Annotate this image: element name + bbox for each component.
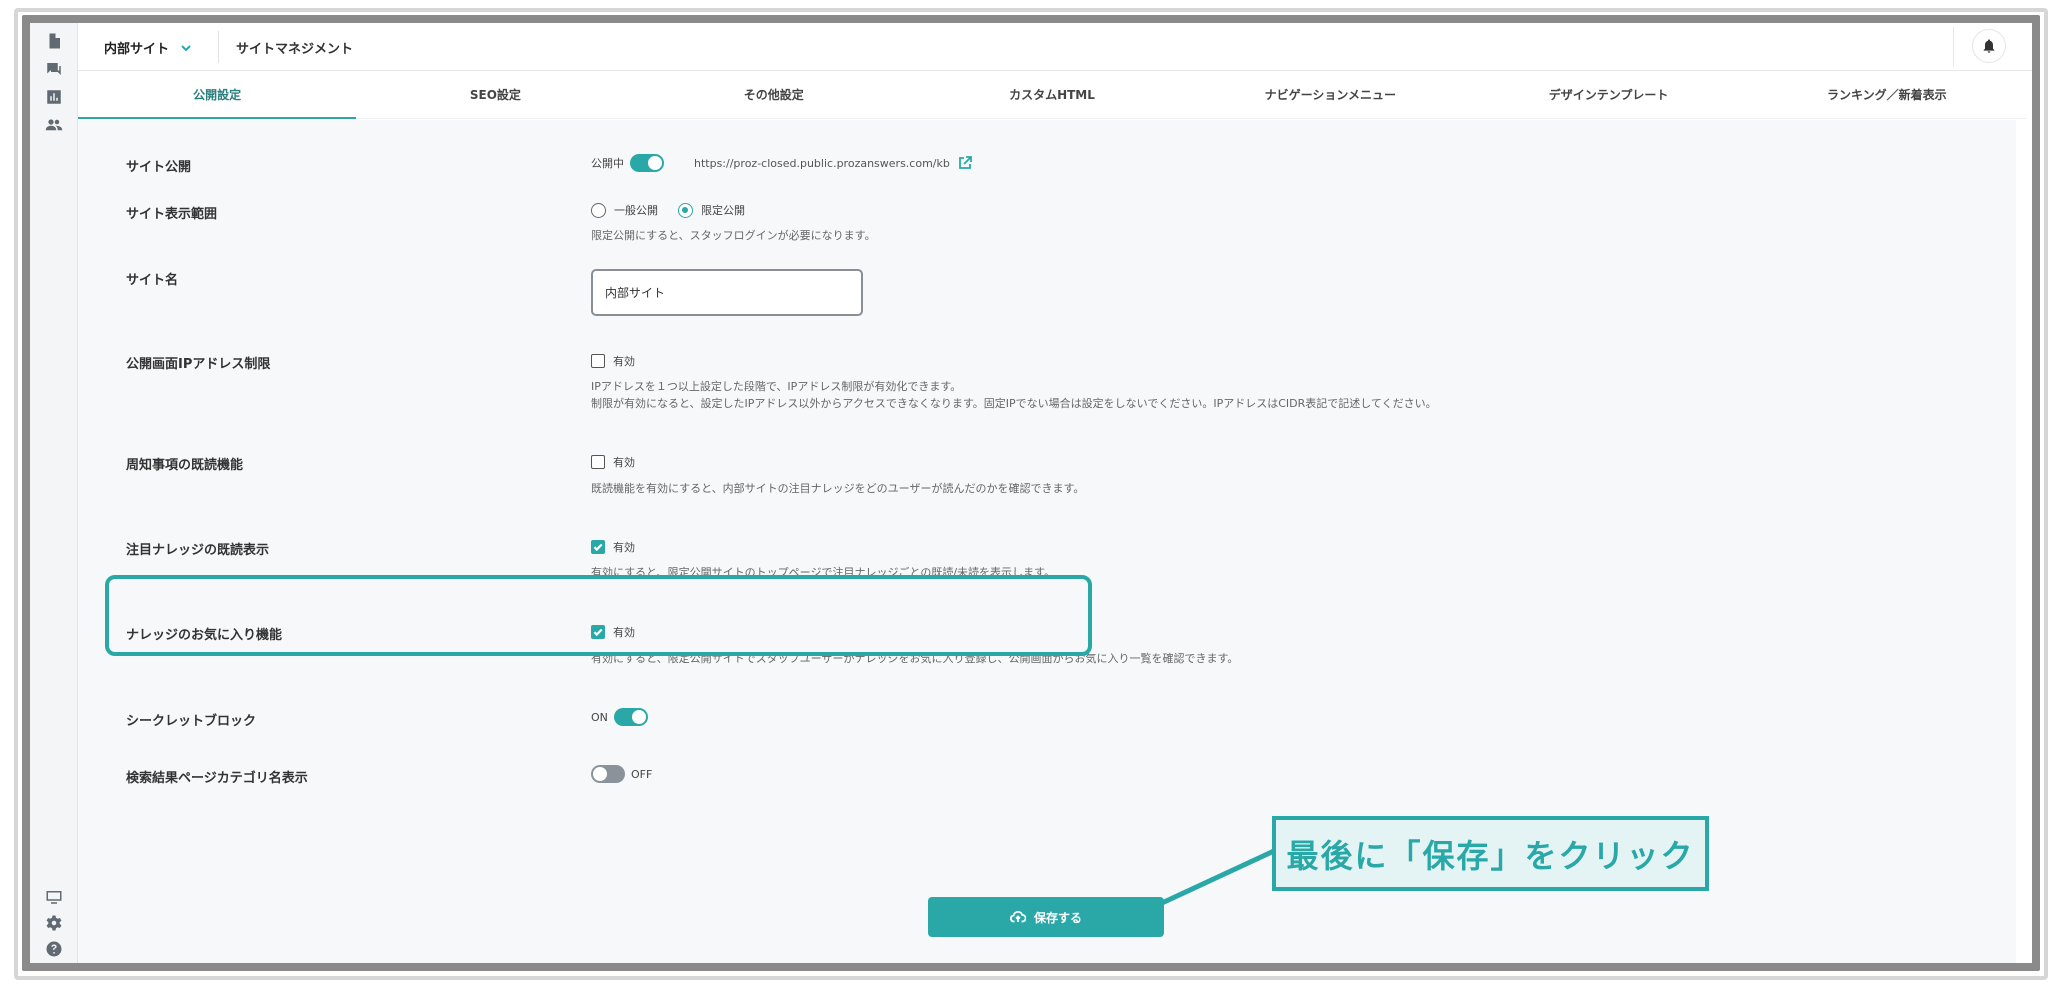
secret-block-toggle[interactable] [613, 708, 648, 726]
featured-read-control: 有効 [591, 539, 635, 555]
tab-custom-html[interactable]: カスタムHTML [913, 71, 1191, 118]
favorites-control: 有効 [591, 624, 635, 640]
site-name-input[interactable] [591, 269, 863, 316]
notice-read-control: 有効 [591, 454, 635, 470]
header-divider-right [1953, 27, 1954, 67]
featured-read-label: 注目ナレッジの既読表示 [126, 543, 270, 558]
notification-button[interactable] [1972, 29, 2006, 63]
ip-restriction-label: 公開画面IPアドレス制限 [126, 357, 271, 372]
secret-block-control: ON [591, 708, 648, 726]
header-divider [218, 31, 219, 63]
external-link-icon[interactable] [958, 156, 972, 170]
save-button-label: 保存する [1033, 910, 1082, 925]
site-url[interactable]: https://proz-closed.public.prozanswers.c… [694, 157, 950, 170]
tab-ranking-new[interactable]: ランキング／新着表示 [1748, 71, 2026, 118]
ip-restriction-checkbox[interactable] [591, 354, 605, 368]
radio-public-label: 一般公開 [614, 204, 658, 217]
bell-icon [1983, 39, 1995, 53]
help-icon[interactable] [42, 937, 66, 961]
site-selector-label: 内部サイト [104, 41, 170, 57]
featured-read-help: 有効にすると、限定公開サイトのトップページで注目ナレッジごとの既読/未読を表示し… [591, 566, 1055, 579]
favorites-help: 有効にすると、限定公開サイトでスタッフユーザーがナレッジをお気に入り登録し、公開… [591, 652, 1239, 665]
settings-tabs: 公開設定 SEO設定 その他設定 カスタムHTML ナビゲーションメニュー デザ… [78, 71, 2026, 119]
monitor-icon[interactable] [42, 885, 66, 909]
top-header: 内部サイト サイトマネジメント [78, 23, 2032, 71]
radio-limited[interactable] [678, 202, 693, 218]
featured-read-checkbox-label: 有効 [613, 541, 635, 554]
notice-read-checkbox-label: 有効 [613, 456, 635, 469]
ip-restriction-checkbox-label: 有効 [613, 355, 635, 368]
tab-design-template[interactable]: デザインテンプレート [1469, 71, 1747, 118]
tab-navigation-menu[interactable]: ナビゲーションメニュー [1191, 71, 1469, 118]
screenshot-frame: 内部サイト サイトマネジメント 公開設定 SEO設定 その他設定 カスタムHTM… [0, 0, 2057, 988]
category-display-control: OFF [591, 765, 652, 783]
ip-restriction-help-line1: IPアドレスを１つ以上設定した段階で、IPアドレス制限が有効化できます。 [591, 380, 962, 393]
tab-other-settings[interactable]: その他設定 [635, 71, 913, 118]
secret-block-state: ON [591, 710, 608, 724]
visibility-help: 限定公開にすると、スタッフログインが必要になります。 [591, 229, 876, 242]
sidebar-rail [30, 23, 78, 963]
site-visibility-control: 一般公開 限定公開 [591, 202, 765, 218]
favorites-checkbox-label: 有効 [613, 626, 635, 639]
secret-block-label: シークレットブロック [126, 714, 257, 729]
radio-limited-label: 限定公開 [701, 204, 745, 217]
check-icon [593, 543, 603, 552]
site-publish-label: サイト公開 [126, 160, 192, 175]
callout-annotation: 最後に「保存」をクリック [1272, 816, 1709, 891]
notice-read-help: 既読機能を有効にすると、内部サイトの注目ナレッジをどのユーザーが読んだのかを確認… [591, 482, 1085, 495]
favorites-checkbox[interactable] [591, 625, 605, 639]
save-button[interactable]: 保存する [928, 897, 1164, 937]
settings-content: サイト公開 公開中 https://proz-closed.public.pro… [78, 120, 2016, 963]
chart-icon[interactable] [42, 85, 66, 109]
notice-read-checkbox[interactable] [591, 455, 605, 469]
site-publish-control: 公開中 https://proz-closed.public.prozanswe… [591, 154, 972, 172]
check-icon [593, 628, 603, 637]
notice-read-label: 周知事項の既読機能 [126, 458, 244, 473]
chat-icon[interactable] [42, 57, 66, 81]
featured-read-checkbox[interactable] [591, 540, 605, 554]
document-icon[interactable] [42, 29, 66, 53]
publish-status-text: 公開中 [591, 157, 624, 170]
tab-seo-settings[interactable]: SEO設定 [356, 71, 634, 118]
site-visibility-label: サイト表示範囲 [126, 207, 218, 222]
ip-restriction-help: IPアドレスを１つ以上設定した段階で、IPアドレス制限が有効化できます。 制限が… [591, 378, 1437, 412]
users-icon[interactable] [42, 113, 66, 137]
site-selector[interactable]: 内部サイト [104, 35, 191, 59]
category-display-state: OFF [631, 767, 653, 781]
site-name-label: サイト名 [126, 273, 179, 288]
tab-publish-settings[interactable]: 公開設定 [78, 71, 357, 119]
gear-icon[interactable] [42, 911, 66, 935]
ip-restriction-control: 有効 [591, 353, 635, 369]
category-display-toggle[interactable] [591, 765, 625, 783]
favorites-label: ナレッジのお気に入り機能 [126, 628, 283, 643]
publish-toggle[interactable] [630, 154, 664, 172]
cloud-upload-icon [1009, 911, 1026, 923]
app-window: 内部サイト サイトマネジメント 公開設定 SEO設定 その他設定 カスタムHTM… [30, 23, 2032, 963]
radio-public[interactable] [591, 202, 606, 218]
ip-restriction-help-line2: 制限が有効になると、設定したIPアドレス以外からアクセスできなくなります。固定I… [591, 397, 1437, 410]
chevron-down-icon [181, 42, 191, 52]
category-display-label: 検索結果ページカテゴリ名表示 [126, 771, 308, 786]
page-title: サイトマネジメント [236, 42, 354, 57]
